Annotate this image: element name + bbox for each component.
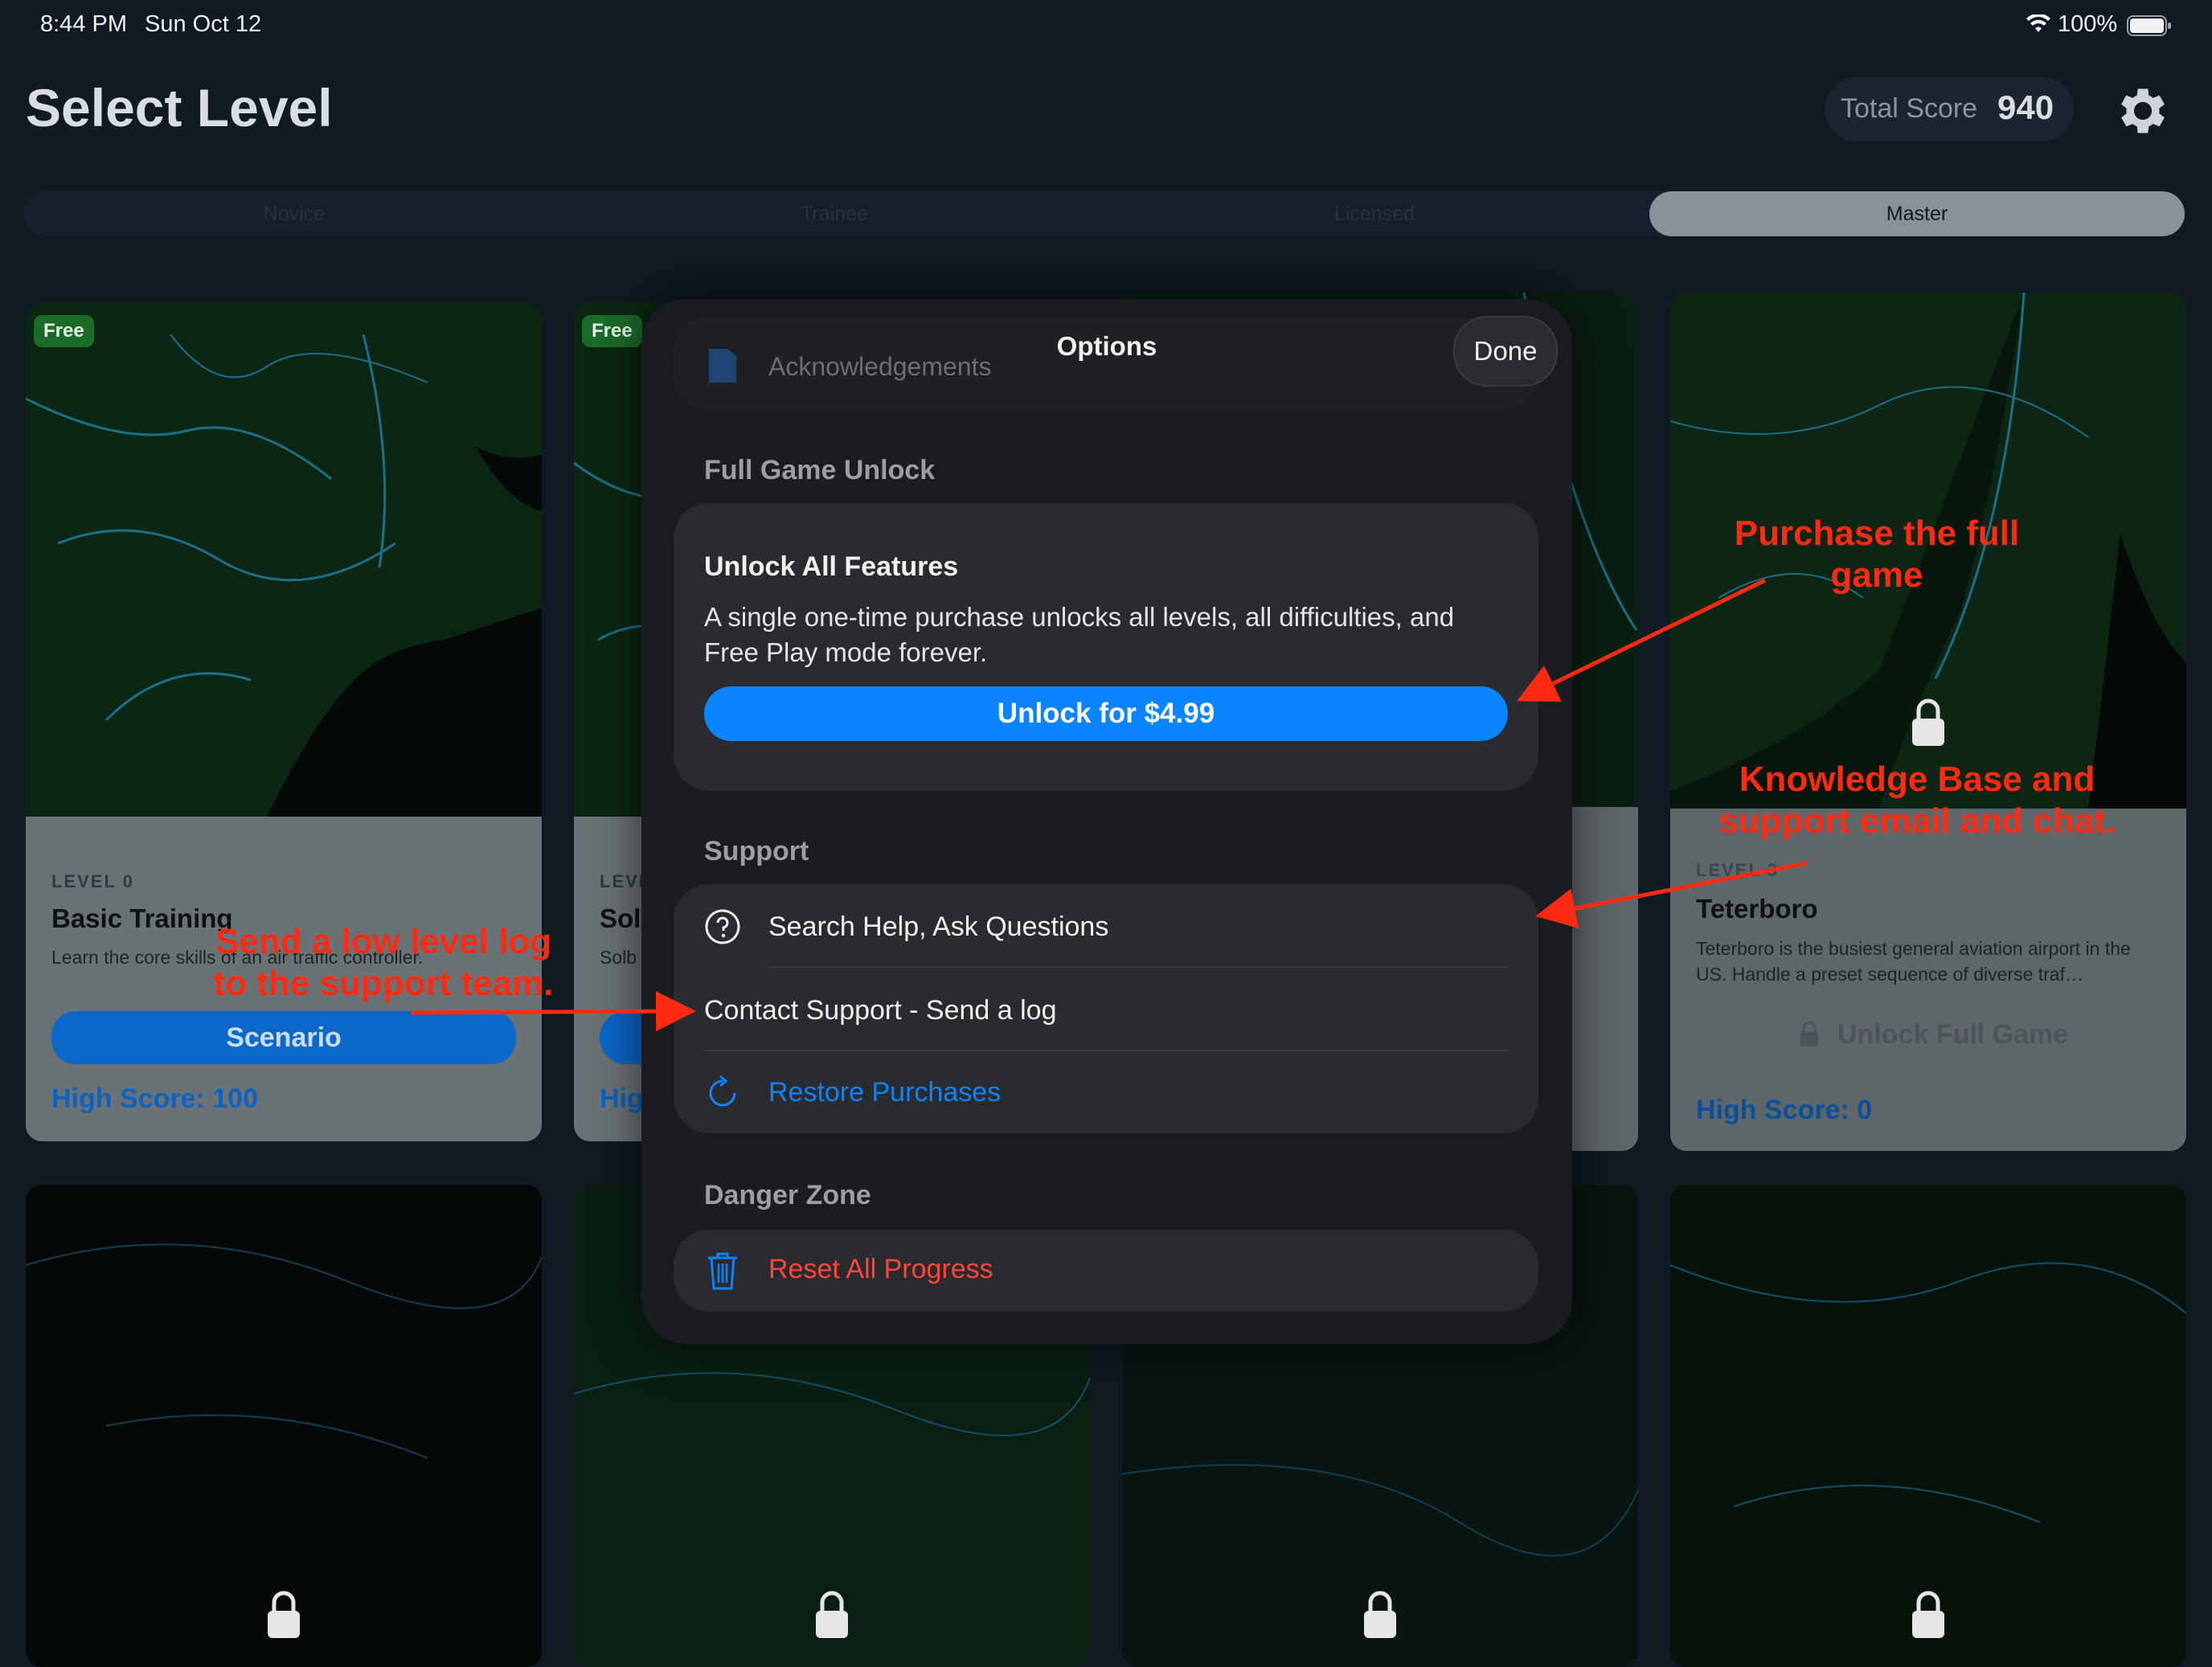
- arrow-knowledge-base: [1535, 861, 1808, 928]
- arrow-send-log: [411, 991, 696, 1032]
- annotation-arrows: [411, 578, 1808, 1032]
- arrow-purchase: [1517, 578, 1767, 702]
